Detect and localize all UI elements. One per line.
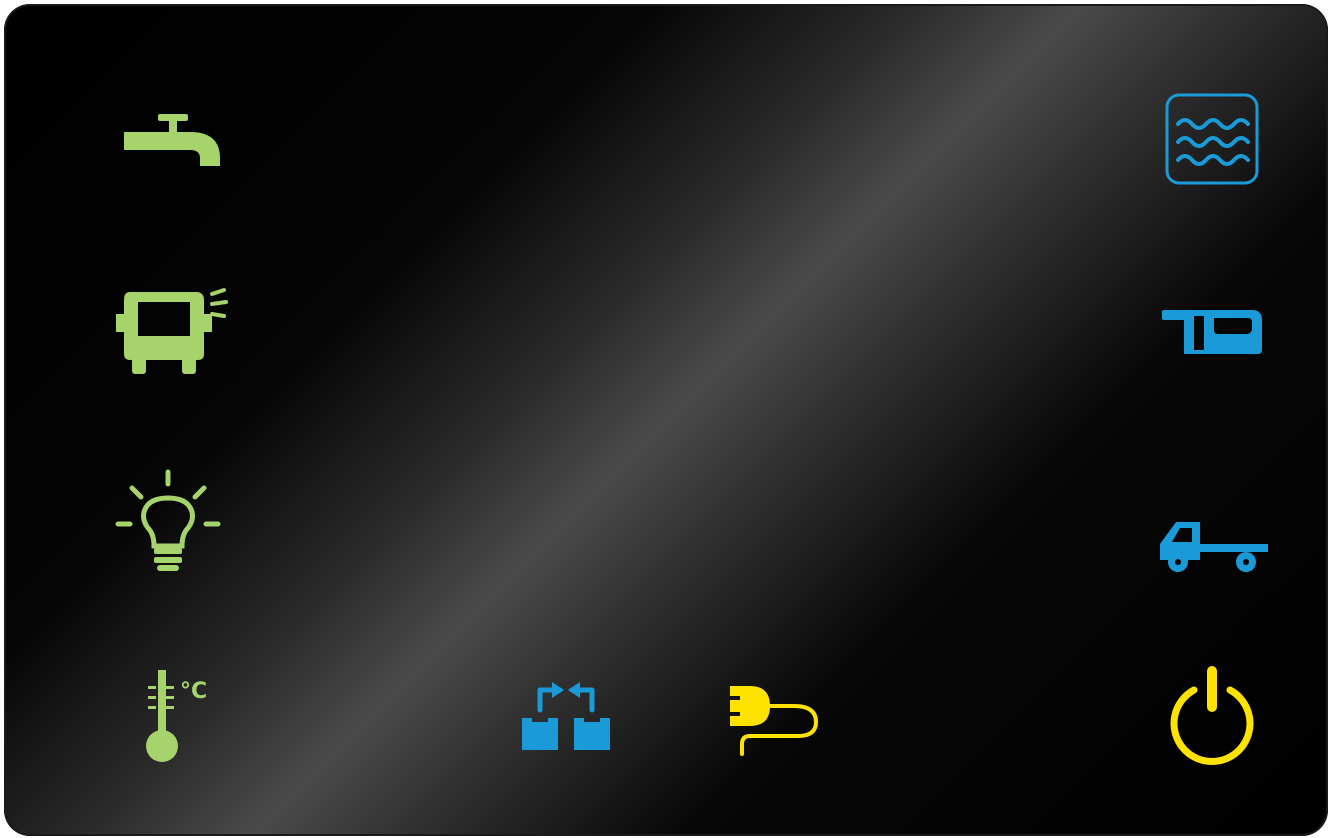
interior-light-button[interactable] [112, 468, 224, 572]
vehicle-lights-button[interactable] [116, 280, 230, 376]
power-button[interactable] [1166, 662, 1258, 766]
water-tap-button[interactable] [120, 108, 224, 172]
thermometer-icon: °C [146, 670, 207, 762]
light-bulb-icon [115, 469, 221, 571]
battery-switch-icon [522, 682, 610, 750]
control-panel: °C [4, 4, 1328, 836]
water-tap-icon [124, 114, 220, 166]
vehicle-battery-button[interactable] [1158, 518, 1270, 574]
temperature-unit-label: °C [180, 679, 207, 704]
vehicle-headlight-icon [116, 288, 228, 374]
water-tank-button[interactable] [1164, 92, 1260, 186]
temperature-button[interactable]: °C [144, 668, 224, 764]
plug-icon [730, 686, 819, 756]
caravan-icon [1162, 310, 1262, 354]
battery-link-button[interactable] [516, 676, 616, 756]
truck-icon [1160, 522, 1268, 572]
power-icon [1170, 666, 1254, 765]
shore-power-button[interactable] [726, 682, 822, 758]
water-tank-icon [1165, 93, 1259, 185]
caravan-battery-button[interactable] [1160, 304, 1266, 360]
